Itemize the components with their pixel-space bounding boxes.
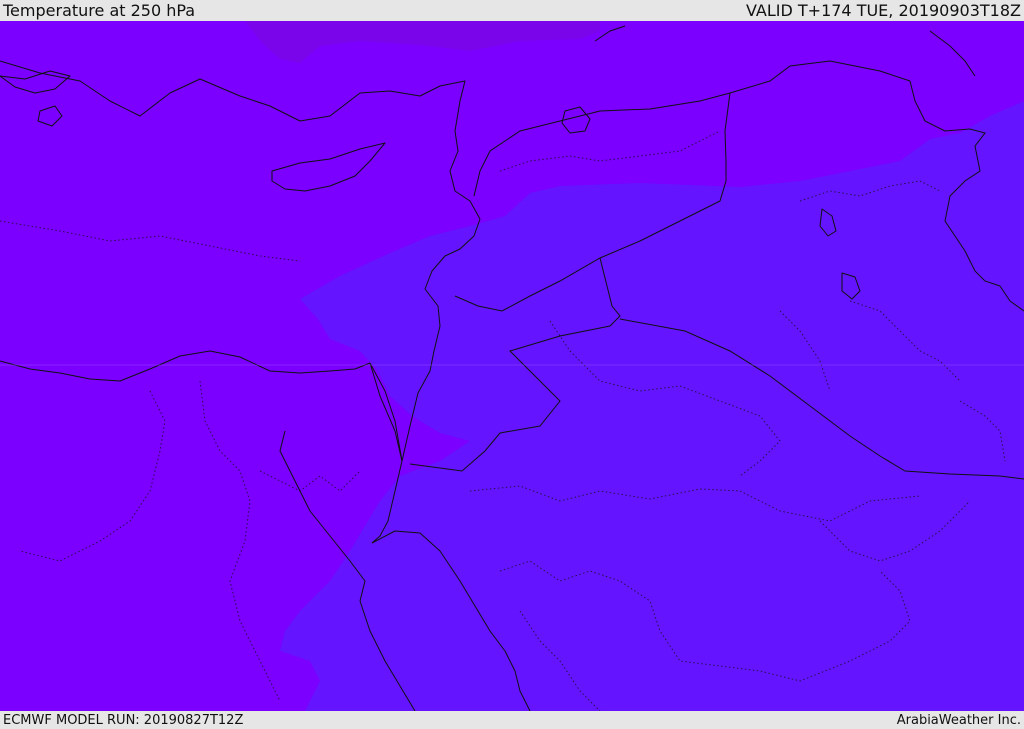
footer-bar: ECMWF MODEL RUN: 20190827T12Z ArabiaWeat…	[0, 711, 1024, 729]
model-run: ECMWF MODEL RUN: 20190827T12Z	[3, 712, 244, 728]
map-title: Temperature at 250 hPa	[3, 0, 196, 20]
map-area[interactable]	[0, 21, 1024, 711]
map-canvas	[0, 21, 1024, 711]
header-bar: Temperature at 250 hPa VALID T+174 TUE, …	[0, 0, 1024, 21]
credit: ArabiaWeather Inc.	[896, 712, 1021, 728]
valid-time: VALID T+174 TUE, 20190903T18Z	[745, 0, 1021, 20]
